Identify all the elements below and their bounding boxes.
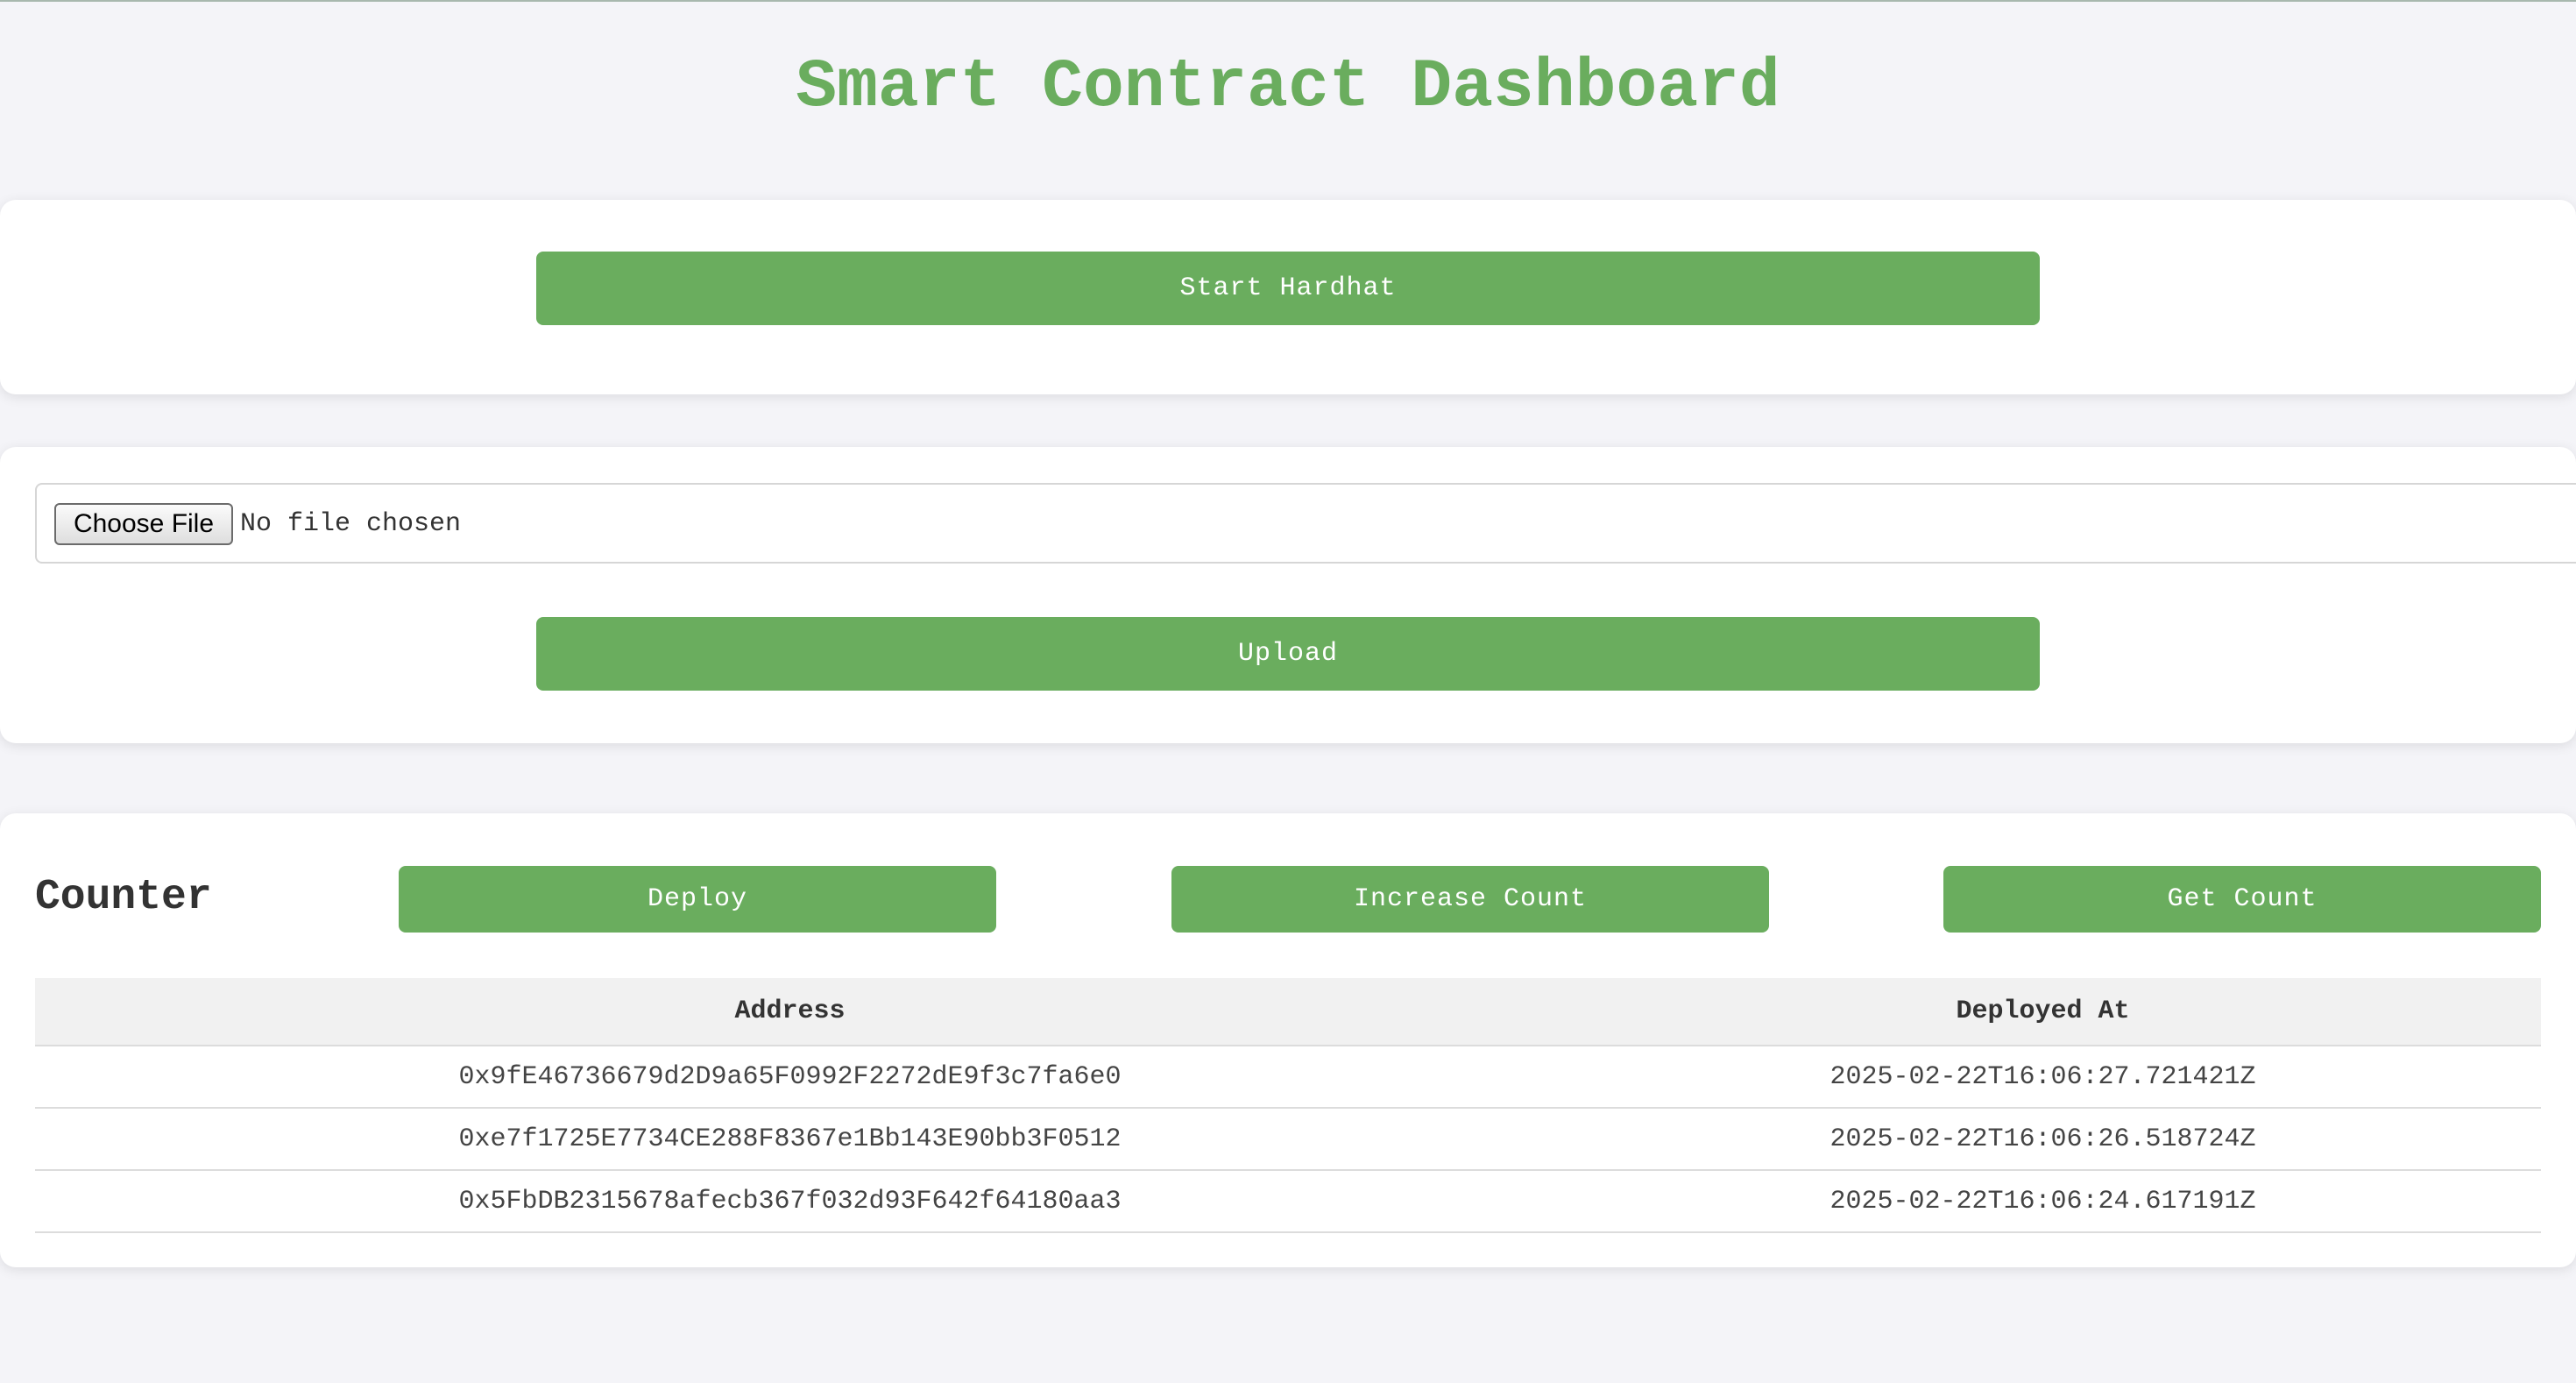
file-input[interactable]: Choose File No file chosen xyxy=(35,483,2576,564)
get-count-button[interactable]: Get Count xyxy=(1943,866,2541,933)
cell-address: 0x9fE46736679d2D9a65F0992F2272dE9f3c7fa6… xyxy=(35,1046,1545,1109)
deploy-button[interactable]: Deploy xyxy=(399,866,996,933)
cell-deployed-at: 2025-02-22T16:06:24.617191Z xyxy=(1545,1170,2541,1233)
contract-name: Counter xyxy=(35,874,212,921)
table-row: 0xe7f1725E7734CE288F8367e1Bb143E90bb3F05… xyxy=(35,1108,2541,1171)
page-title: Smart Contract Dashboard xyxy=(796,49,1780,126)
cell-deployed-at: 2025-02-22T16:06:27.721421Z xyxy=(1545,1046,2541,1109)
file-status-text: No file chosen xyxy=(240,509,462,539)
table-row: 0x5FbDB2315678afecb367f032d93F642f64180a… xyxy=(35,1170,2541,1233)
table-row: 0x9fE46736679d2D9a65F0992F2272dE9f3c7fa6… xyxy=(35,1046,2541,1109)
upload-button[interactable]: Upload xyxy=(536,617,2040,691)
top-divider xyxy=(0,0,2576,2)
choose-file-button[interactable]: Choose File xyxy=(54,503,233,545)
column-header-address: Address xyxy=(35,978,1545,1046)
increase-count-button[interactable]: Increase Count xyxy=(1171,866,1769,933)
deployments-table: Address Deployed At 0x9fE46736679d2D9a65… xyxy=(35,978,2541,1233)
cell-address: 0xe7f1725E7734CE288F8367e1Bb143E90bb3F05… xyxy=(35,1108,1545,1171)
table-header-row: Address Deployed At xyxy=(35,978,2541,1046)
contract-card: Counter Deploy Increase Count Get Count … xyxy=(0,813,2576,1267)
cell-address: 0x5FbDB2315678afecb367f032d93F642f64180a… xyxy=(35,1170,1545,1233)
hardhat-card: Start Hardhat xyxy=(0,200,2576,394)
upload-card: Choose File No file chosen Upload xyxy=(0,447,2576,743)
cell-deployed-at: 2025-02-22T16:06:26.518724Z xyxy=(1545,1108,2541,1171)
start-hardhat-button[interactable]: Start Hardhat xyxy=(536,252,2040,325)
column-header-deployed-at: Deployed At xyxy=(1545,978,2541,1046)
